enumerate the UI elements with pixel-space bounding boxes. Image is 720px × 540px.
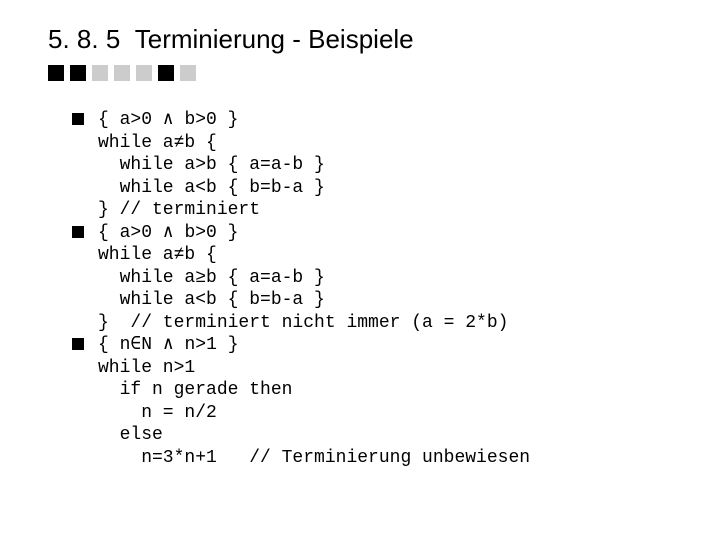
square-bullet-icon <box>72 113 84 125</box>
square-bullet-icon <box>72 338 84 350</box>
code-block: { n∈N ∧ n>1 } while n>1 if n gerade then… <box>98 334 530 469</box>
title-row: 5. 8. 5 Terminierung - Beispiele <box>48 24 672 55</box>
decor-square <box>114 65 130 81</box>
code-block: { a>0 ∧ b>0 } while a≠b { while a≥b { a=… <box>98 222 508 335</box>
list-item: { a>0 ∧ b>0 } while a≠b { while a>b { a=… <box>72 109 672 222</box>
decor-square <box>158 65 174 81</box>
section-number: 5. 8. 5 <box>48 24 120 54</box>
square-bullet-icon <box>72 226 84 238</box>
list-item: { a>0 ∧ b>0 } while a≠b { while a≥b { a=… <box>72 222 672 335</box>
section-title: Terminierung - Beispiele <box>135 24 414 54</box>
decor-square <box>180 65 196 81</box>
slide: 5. 8. 5 Terminierung - Beispiele { a>0 ∧… <box>0 0 720 493</box>
code-block: { a>0 ∧ b>0 } while a≠b { while a>b { a=… <box>98 109 325 222</box>
decor-square <box>70 65 86 81</box>
content: { a>0 ∧ b>0 } while a≠b { while a>b { a=… <box>72 109 672 469</box>
decor-square <box>48 65 64 81</box>
decor-square <box>92 65 108 81</box>
decor-squares <box>48 65 672 81</box>
decor-square <box>136 65 152 81</box>
list-item: { n∈N ∧ n>1 } while n>1 if n gerade then… <box>72 334 672 469</box>
